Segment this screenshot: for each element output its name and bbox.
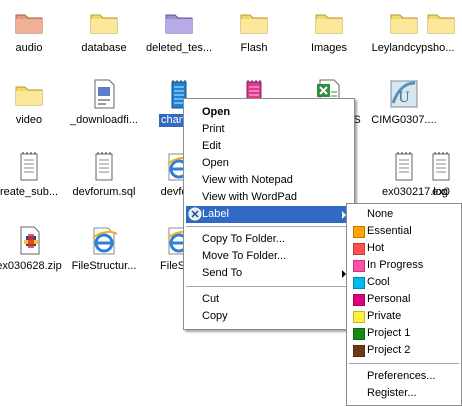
file-database[interactable]: database bbox=[61, 4, 147, 76]
file-images[interactable]: Images bbox=[286, 4, 372, 76]
svg-text:U: U bbox=[398, 90, 410, 106]
folder-icon bbox=[388, 6, 420, 38]
file-label: deleted_tes... bbox=[145, 42, 213, 54]
label-cool[interactable]: Cool bbox=[349, 274, 459, 291]
text-file-icon bbox=[13, 150, 45, 182]
color-swatch bbox=[353, 345, 365, 357]
image-icon: U bbox=[388, 78, 420, 110]
file-label: sho... bbox=[427, 42, 455, 54]
file-label: video bbox=[15, 114, 43, 126]
file-label: database bbox=[81, 42, 127, 54]
folder-icon bbox=[425, 6, 457, 38]
menu-view-with-wordpad[interactable]: View with WordPad bbox=[186, 189, 352, 206]
color-swatch bbox=[353, 311, 365, 323]
menu-label[interactable]: Label bbox=[186, 206, 352, 223]
file-label: _downloadfi... bbox=[70, 114, 138, 126]
zip-icon bbox=[13, 224, 45, 256]
text-file-icon bbox=[388, 150, 420, 182]
menu-separator bbox=[349, 363, 459, 364]
menu-copy[interactable]: Copy bbox=[186, 308, 352, 325]
file-label: ex0 bbox=[432, 186, 450, 198]
file-devforum-sql[interactable]: devforum.sql bbox=[61, 148, 147, 220]
menu-print[interactable]: Print bbox=[186, 121, 352, 138]
menu-view-with-notepad[interactable]: View with Notepad bbox=[186, 172, 352, 189]
folder-icon bbox=[13, 6, 45, 38]
label-essential[interactable]: Essential bbox=[349, 223, 459, 240]
menu-separator bbox=[186, 226, 352, 227]
folder-icon bbox=[313, 6, 345, 38]
file-label: Flash bbox=[240, 42, 268, 54]
menu-open-default[interactable]: Open bbox=[186, 104, 352, 121]
color-swatch bbox=[353, 328, 365, 340]
file-label: reate_sub... bbox=[0, 186, 59, 198]
menu-move-to-folder[interactable]: Move To Folder... bbox=[186, 248, 352, 265]
label-icon bbox=[188, 207, 202, 221]
label-submenu: None Essential Hot In Progress Cool Pers… bbox=[346, 203, 462, 406]
color-swatch bbox=[353, 277, 365, 289]
color-swatch bbox=[353, 260, 365, 272]
label-project-1[interactable]: Project 1 bbox=[349, 325, 459, 342]
label-in-progress[interactable]: In Progress bbox=[349, 257, 459, 274]
folder-icon bbox=[88, 6, 120, 38]
menu-edit[interactable]: Edit bbox=[186, 138, 352, 155]
label-project-2[interactable]: Project 2 bbox=[349, 342, 459, 359]
color-swatch bbox=[353, 243, 365, 255]
file-label: ex030628.zip bbox=[0, 260, 62, 272]
ie-icon bbox=[88, 224, 120, 256]
file-sho[interactable]: sho... bbox=[420, 4, 462, 76]
color-swatch bbox=[353, 226, 365, 238]
file-label: FileStructur... bbox=[71, 260, 137, 272]
label-hot[interactable]: Hot bbox=[349, 240, 459, 257]
context-menu: Open Print Edit Open View with Notepad V… bbox=[183, 98, 355, 330]
document-icon bbox=[88, 78, 120, 110]
file-downloadfi[interactable]: _downloadfi... bbox=[61, 76, 147, 148]
menu-separator bbox=[186, 286, 352, 287]
file-label: devforum.sql bbox=[72, 186, 136, 198]
folder-icon bbox=[13, 78, 45, 110]
folder-icon bbox=[163, 6, 195, 38]
menu-send-to[interactable]: Send To bbox=[186, 265, 352, 282]
menu-open[interactable]: Open bbox=[186, 155, 352, 172]
label-preferences[interactable]: Preferences... bbox=[349, 368, 459, 385]
file-label: Images bbox=[310, 42, 348, 54]
color-swatch bbox=[353, 294, 365, 306]
folder-icon bbox=[238, 6, 270, 38]
file-deleted-tes[interactable]: deleted_tes... bbox=[136, 4, 222, 76]
label-register[interactable]: Register... bbox=[349, 385, 459, 402]
label-personal[interactable]: Personal bbox=[349, 291, 459, 308]
file-filestructur[interactable]: FileStructur... bbox=[61, 222, 147, 294]
text-file-icon bbox=[88, 150, 120, 182]
label-private[interactable]: Private bbox=[349, 308, 459, 325]
label-none[interactable]: None bbox=[349, 206, 459, 223]
menu-cut[interactable]: Cut bbox=[186, 291, 352, 308]
file-flash[interactable]: Flash bbox=[211, 4, 297, 76]
menu-copy-to-folder[interactable]: Copy To Folder... bbox=[186, 231, 352, 248]
file-label: CIMG0307.... bbox=[371, 114, 437, 126]
file-cimg0307[interactable]: U CIMG0307.... bbox=[361, 76, 447, 148]
text-file-icon bbox=[425, 150, 457, 182]
file-label: audio bbox=[15, 42, 43, 54]
